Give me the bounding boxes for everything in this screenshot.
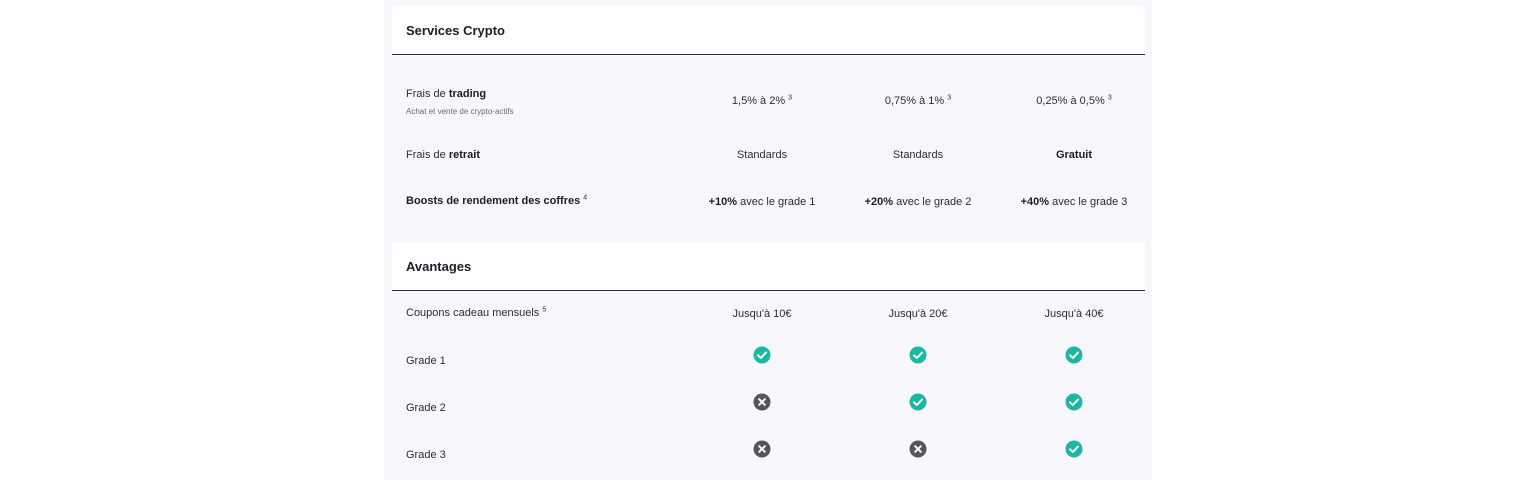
section-header-crypto: Services Crypto xyxy=(392,6,1145,55)
row-label: Coupons cadeau mensuels 5 xyxy=(406,306,547,319)
row-label: Grade 2 xyxy=(406,402,446,414)
cell-text: 0,25% à 0,5% xyxy=(1036,95,1105,107)
row-label: Grade 1 xyxy=(406,355,446,367)
cell-text-bold: +20% xyxy=(864,196,894,208)
cell-value: +20% avec le grade 2 xyxy=(838,196,998,208)
cross-icon xyxy=(753,393,771,411)
cell-text: avec le grade 2 xyxy=(896,196,972,208)
cell-value: 0,25% à 0,5% 3 xyxy=(994,94,1154,107)
row-sublabel: Achat et vente de crypto-actifs xyxy=(406,107,514,116)
row-label: Frais de retrait xyxy=(406,149,480,161)
label-bold: retrait xyxy=(448,149,480,161)
row-vault-boosts: Boosts de rendement des coffres 4 +10% a… xyxy=(392,188,1145,218)
cell-value: +10% avec le grade 1 xyxy=(682,196,842,208)
label-prefix: Frais de xyxy=(406,88,446,100)
label-prefix: Frais de xyxy=(406,149,446,161)
cell-text: 0,75% à 1% xyxy=(884,95,945,107)
section-title: Services Crypto xyxy=(406,23,505,38)
check-icon xyxy=(909,393,927,411)
cell-value: Standards xyxy=(736,149,788,161)
cross-icon xyxy=(909,440,927,458)
footnote-marker: 3 xyxy=(947,94,952,102)
row-grade-2: Grade 2 xyxy=(392,393,1145,423)
label-text: Coupons cadeau mensuels xyxy=(406,307,540,319)
footnote-marker: 3 xyxy=(1107,94,1112,102)
cell-text-bold: Gratuit xyxy=(1055,149,1093,161)
footnote-marker: 5 xyxy=(542,306,547,314)
footnote-marker: 4 xyxy=(583,194,588,202)
label-bold: Boosts de rendement des coffres xyxy=(406,195,581,207)
row-grade-1: Grade 1 xyxy=(392,346,1145,376)
cell-text-bold: +10% xyxy=(708,196,738,208)
cell-value: Jusqu'à 20€ xyxy=(888,308,948,320)
cell-value: Jusqu'à 40€ xyxy=(1044,308,1104,320)
cell-value: +40% avec le grade 3 xyxy=(994,196,1154,208)
cell-text: avec le grade 3 xyxy=(1052,196,1128,208)
check-icon xyxy=(1065,346,1083,364)
row-withdrawal-fees: Frais de retrait Standards Standards Gra… xyxy=(392,142,1145,172)
cell-text: 1,5% à 2% xyxy=(731,95,786,107)
cell-value: 1,5% à 2% 3 xyxy=(682,94,842,107)
row-label: Frais de trading xyxy=(406,88,486,100)
check-icon xyxy=(1065,393,1083,411)
comparison-panel: Services Crypto Frais de trading Achat e… xyxy=(384,0,1152,480)
cell-value: Jusqu'à 10€ xyxy=(732,308,792,320)
row-grade-3: Grade 3 xyxy=(392,440,1145,470)
cross-icon xyxy=(753,440,771,458)
row-gift-coupons: Coupons cadeau mensuels 5 Jusqu'à 10€ Ju… xyxy=(392,300,1145,330)
label-bold: trading xyxy=(448,88,487,100)
row-trading-fees: Frais de trading Achat et vente de crypt… xyxy=(392,80,1145,124)
row-label: Boosts de rendement des coffres 4 xyxy=(406,194,588,207)
check-icon xyxy=(909,346,927,364)
check-icon xyxy=(753,346,771,364)
footnote-marker: 3 xyxy=(788,94,793,102)
section-header-avantages: Avantages xyxy=(392,242,1145,291)
cell-value: Gratuit xyxy=(994,149,1154,161)
cell-value: Standards xyxy=(892,149,944,161)
check-icon xyxy=(1065,440,1083,458)
row-label: Grade 3 xyxy=(406,449,446,461)
cell-text: avec le grade 1 xyxy=(740,196,816,208)
cell-value: 0,75% à 1% 3 xyxy=(838,94,998,107)
cell-text-bold: +40% xyxy=(1020,196,1050,208)
section-title: Avantages xyxy=(406,259,472,274)
